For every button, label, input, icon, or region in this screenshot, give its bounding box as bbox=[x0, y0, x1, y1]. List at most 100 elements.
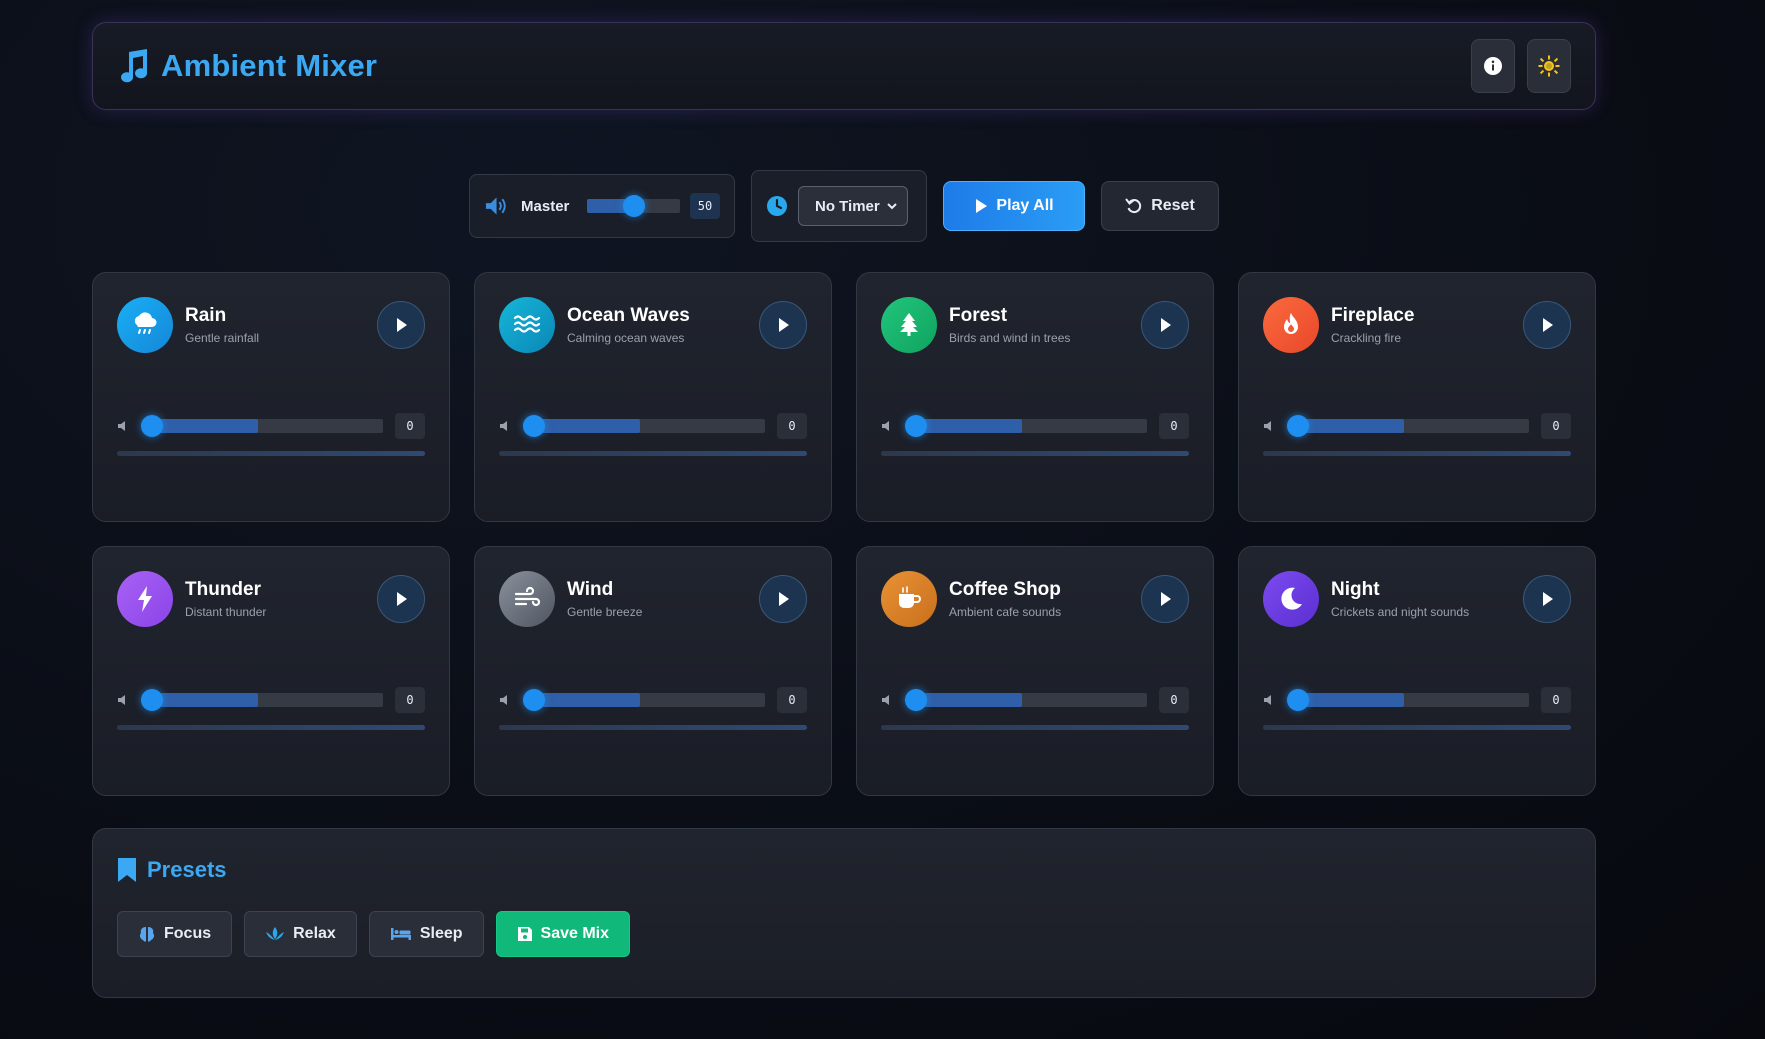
volume-mute-icon bbox=[118, 695, 125, 705]
sound-card-wind: Wind Gentle breeze 0 bbox=[474, 546, 832, 796]
preset-focus-button[interactable]: Focus bbox=[117, 911, 233, 957]
sound-volume-slider[interactable] bbox=[905, 689, 1147, 711]
sound-card-fireplace: Fireplace Crackling fire 0 bbox=[1238, 272, 1596, 522]
theme-toggle-button[interactable] bbox=[1527, 39, 1571, 93]
sound-volume-control: 0 bbox=[1263, 413, 1571, 439]
sound-progress-bar bbox=[117, 451, 425, 456]
preset-sleep-button[interactable]: Sleep bbox=[368, 911, 484, 957]
sun-icon bbox=[1538, 55, 1560, 77]
sound-icon-badge bbox=[117, 297, 173, 353]
sound-card-rain: Rain Gentle rainfall 0 bbox=[92, 272, 450, 522]
coffee-cup-icon bbox=[899, 586, 921, 608]
save-mix-label: Save Mix bbox=[540, 925, 609, 942]
sound-volume-value: 0 bbox=[777, 413, 807, 439]
sound-volume-control: 0 bbox=[117, 687, 425, 713]
presets-title: Presets bbox=[147, 857, 227, 882]
sound-text: Coffee Shop Ambient cafe sounds bbox=[949, 579, 1061, 619]
app-header: Ambient Mixer bbox=[92, 22, 1596, 110]
sound-description: Calming ocean waves bbox=[567, 331, 685, 345]
sound-name: Forest bbox=[949, 305, 1008, 326]
bookmark-icon bbox=[118, 858, 136, 882]
reset-button[interactable]: Reset bbox=[1101, 181, 1219, 231]
sound-progress-fill bbox=[117, 725, 425, 730]
sound-volume-slider[interactable] bbox=[141, 689, 383, 711]
sound-progress-bar bbox=[1263, 725, 1571, 730]
sound-name: Thunder bbox=[185, 579, 261, 600]
preset-relax-button[interactable]: Relax bbox=[244, 911, 357, 957]
sound-slider-thumb[interactable] bbox=[1287, 415, 1309, 437]
sound-volume-value: 0 bbox=[1159, 687, 1189, 713]
sound-icon-badge bbox=[1263, 571, 1319, 627]
sound-play-button[interactable] bbox=[759, 575, 807, 623]
sound-volume-slider[interactable] bbox=[523, 415, 765, 437]
volume-mute-icon bbox=[882, 695, 889, 705]
sound-slider-thumb[interactable] bbox=[905, 415, 927, 437]
lotus-icon bbox=[266, 927, 285, 940]
sound-name: Ocean Waves bbox=[567, 305, 690, 326]
sound-volume-value: 0 bbox=[1159, 413, 1189, 439]
master-slider-thumb[interactable] bbox=[622, 195, 645, 217]
play-icon bbox=[397, 318, 407, 332]
sound-description: Ambient cafe sounds bbox=[949, 605, 1062, 619]
sound-play-button[interactable] bbox=[1523, 575, 1571, 623]
sound-slider-thumb[interactable] bbox=[141, 415, 163, 437]
sound-play-button[interactable] bbox=[759, 301, 807, 349]
water-waves-icon bbox=[513, 315, 541, 333]
sound-volume-control: 0 bbox=[499, 413, 807, 439]
sound-play-button[interactable] bbox=[1141, 575, 1189, 623]
undo-icon bbox=[1125, 198, 1142, 214]
sound-slider-thumb[interactable] bbox=[141, 689, 163, 711]
tree-icon bbox=[900, 313, 918, 336]
sound-slider-thumb[interactable] bbox=[523, 415, 545, 437]
sound-slider-thumb[interactable] bbox=[905, 689, 927, 711]
sound-volume-control: 0 bbox=[499, 687, 807, 713]
sound-progress-bar bbox=[881, 451, 1189, 456]
sound-text: Ocean Waves Calming ocean waves bbox=[567, 305, 690, 345]
sound-name: Fireplace bbox=[1331, 305, 1415, 326]
sound-card-forest: Forest Birds and wind in trees 0 bbox=[856, 272, 1214, 522]
volume-mute-icon bbox=[500, 695, 507, 705]
sound-volume-slider[interactable] bbox=[1287, 415, 1529, 437]
play-icon bbox=[1161, 318, 1171, 332]
save-mix-button[interactable]: Save Mix bbox=[495, 911, 630, 957]
reset-label: Reset bbox=[1151, 197, 1195, 214]
sound-slider-thumb[interactable] bbox=[1287, 689, 1309, 711]
sound-progress-bar bbox=[499, 725, 807, 730]
sound-progress-fill bbox=[1263, 451, 1571, 456]
wind-icon bbox=[514, 586, 541, 607]
sound-slider-thumb[interactable] bbox=[523, 689, 545, 711]
sound-description: Gentle breeze bbox=[567, 605, 643, 619]
sound-description: Distant thunder bbox=[185, 605, 267, 619]
sound-play-button[interactable] bbox=[1141, 301, 1189, 349]
volume-mute-icon bbox=[118, 421, 125, 431]
timer-select[interactable]: No Timer bbox=[798, 186, 908, 226]
sound-play-button[interactable] bbox=[1523, 301, 1571, 349]
sound-description: Crickets and night sounds bbox=[1331, 605, 1470, 619]
play-icon bbox=[397, 592, 407, 606]
speaker-icon bbox=[485, 197, 506, 215]
preset-buttons: Focus Relax Sleep Save Mix bbox=[117, 911, 1571, 957]
sound-volume-control: 0 bbox=[117, 413, 425, 439]
timer-selected-value: No Timer bbox=[815, 197, 880, 215]
music-note-icon bbox=[121, 49, 148, 83]
play-all-button[interactable]: Play All bbox=[943, 181, 1085, 231]
sound-text: Night Crickets and night sounds bbox=[1331, 579, 1469, 619]
sound-card-night: Night Crickets and night sounds 0 bbox=[1238, 546, 1596, 796]
lightning-icon bbox=[138, 586, 152, 612]
sound-icon-badge bbox=[117, 571, 173, 627]
sound-play-button[interactable] bbox=[377, 301, 425, 349]
master-volume-slider[interactable] bbox=[587, 195, 680, 217]
sound-volume-slider[interactable] bbox=[141, 415, 383, 437]
play-icon bbox=[779, 592, 789, 606]
sound-volume-slider[interactable] bbox=[905, 415, 1147, 437]
sound-name: Rain bbox=[185, 305, 227, 326]
info-button[interactable] bbox=[1471, 39, 1515, 93]
fire-icon bbox=[1284, 313, 1298, 334]
sound-play-button[interactable] bbox=[377, 575, 425, 623]
preset-focus-label: Focus bbox=[164, 925, 212, 942]
sound-volume-slider[interactable] bbox=[1287, 689, 1529, 711]
info-icon bbox=[1484, 57, 1502, 75]
sound-volume-slider[interactable] bbox=[523, 689, 765, 711]
play-icon bbox=[1543, 318, 1553, 332]
sound-progress-bar bbox=[1263, 451, 1571, 456]
